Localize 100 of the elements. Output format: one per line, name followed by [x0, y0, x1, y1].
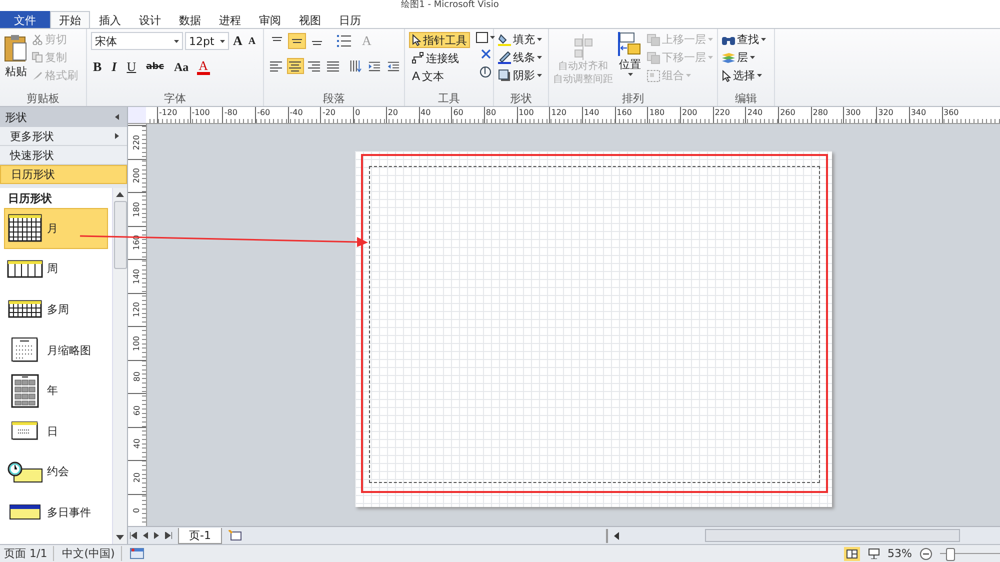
- presentation-icon[interactable]: [868, 548, 880, 559]
- thumbnail-calendar-icon: [11, 337, 39, 364]
- first-page-icon[interactable]: [130, 532, 137, 539]
- stencil-title: 日历形状: [7, 191, 53, 207]
- ribbon-tab[interactable]: 审阅: [250, 11, 290, 28]
- collapse-icon[interactable]: [115, 114, 119, 120]
- grow-font-button[interactable]: A: [231, 32, 244, 50]
- group-label: 形状: [509, 91, 533, 106]
- expand-arrow-icon: [115, 133, 119, 139]
- font-format-button[interactable]: I: [110, 58, 119, 76]
- ruler-label: 280: [810, 107, 844, 123]
- group-label: 编辑: [734, 91, 758, 106]
- align-icon: [326, 60, 340, 72]
- last-page-icon[interactable]: [165, 532, 172, 539]
- editing-button[interactable]: 查找: [722, 32, 770, 47]
- pointer-icon: [722, 70, 731, 82]
- group-label: 段落: [322, 91, 346, 106]
- shape-style-button[interactable]: 线条: [498, 50, 544, 65]
- zoom-slider-thumb[interactable]: [946, 548, 955, 560]
- font-family-dropdown[interactable]: 宋体: [91, 32, 183, 50]
- ruler-label: -80: [222, 107, 256, 123]
- caret-icon: [708, 56, 713, 59]
- ruler-label: -60: [255, 107, 288, 123]
- appointment-clock-icon: [7, 460, 43, 483]
- font-format-button[interactable]: Aa: [172, 58, 191, 76]
- horizontal-scrollbar[interactable]: [704, 529, 960, 542]
- layers-icon: [722, 52, 735, 64]
- ruler-label: 80: [484, 107, 517, 123]
- group-icon: [647, 70, 660, 82]
- multi-day-event-icon: [9, 504, 41, 520]
- shrink-font-button[interactable]: A: [246, 32, 258, 50]
- font-format-button[interactable]: abc: [144, 58, 166, 76]
- shapes-nav-item[interactable]: 快速形状: [0, 146, 127, 165]
- next-page-icon[interactable]: [154, 532, 159, 539]
- scroll-down-icon[interactable]: [116, 535, 124, 540]
- text-direction-icon: [349, 59, 362, 73]
- scroll-left-icon[interactable]: [614, 532, 619, 540]
- font-format-button[interactable]: A: [196, 59, 210, 75]
- close-icon[interactable]: [480, 49, 490, 59]
- multi-week-calendar-icon: [8, 300, 42, 318]
- layer-order-icon: [647, 52, 660, 64]
- font-size-dropdown[interactable]: 12pt: [185, 32, 229, 50]
- editing-button[interactable]: 选择: [722, 68, 770, 83]
- caret-icon: [174, 40, 179, 42]
- ruler-label: -40: [288, 107, 320, 123]
- paste-button[interactable]: 粘贴: [4, 32, 28, 91]
- tool-button[interactable]: 连接线: [409, 50, 470, 66]
- align-icon: [292, 39, 302, 43]
- ruler-label: 180: [647, 107, 680, 123]
- font-format-button[interactable]: B: [91, 58, 104, 76]
- shape-style-button[interactable]: 阴影: [498, 68, 544, 83]
- page-tab[interactable]: 页-1: [178, 528, 222, 544]
- group-label: 工具: [437, 91, 461, 106]
- caret-icon: [750, 56, 755, 59]
- ribbon-tab[interactable]: 数据: [170, 11, 210, 28]
- insert-page-icon[interactable]: [228, 530, 242, 541]
- scrollbar-thumb[interactable]: [114, 201, 126, 269]
- ribbon-tab[interactable]: 文件: [0, 11, 50, 28]
- font-format-button[interactable]: U: [124, 58, 138, 76]
- scrollbar[interactable]: [112, 188, 127, 544]
- week-calendar-icon: [7, 260, 43, 278]
- ruler-label: 20: [386, 107, 418, 123]
- full-page-view-icon[interactable]: [844, 546, 860, 560]
- align-icon: [272, 37, 282, 41]
- macro-icon[interactable]: [130, 548, 144, 559]
- stencil-shape[interactable]: 月: [4, 208, 108, 249]
- caret-icon: [537, 74, 542, 77]
- page-number-status: 页面 1/1: [4, 546, 54, 561]
- editing-button[interactable]: 层: [722, 50, 770, 65]
- ruler-label: 200: [132, 168, 142, 184]
- align-button[interactable]: [286, 58, 304, 74]
- tool-button[interactable]: A 文本: [409, 68, 470, 84]
- ruler-label: 360: [942, 107, 974, 123]
- shapes-nav-item[interactable]: 更多形状: [0, 127, 127, 146]
- ruler-label: 260: [778, 107, 811, 123]
- ribbon-tab[interactable]: 视图: [290, 11, 330, 28]
- ruler-label: -20: [320, 107, 354, 123]
- zoom-level: 53%: [888, 547, 912, 560]
- ribbon-tab[interactable]: 进程: [210, 11, 250, 28]
- zoom-out-icon[interactable]: [920, 548, 932, 560]
- position-button[interactable]: 位置: [617, 32, 643, 91]
- ribbon-tab[interactable]: 设计: [130, 11, 170, 28]
- ribbon-tab[interactable]: 插入: [90, 11, 130, 28]
- ruler-label: 0: [132, 508, 142, 514]
- ruler-label: 0: [353, 107, 386, 123]
- position-icon: [618, 32, 642, 56]
- scroll-up-icon[interactable]: [116, 192, 124, 197]
- tool-button[interactable]: 指针工具: [409, 32, 470, 48]
- align-button[interactable]: [288, 33, 306, 49]
- ribbon-tab[interactable]: 开始: [50, 11, 90, 28]
- indent-icon: [387, 60, 400, 72]
- ribbon-tab[interactable]: 日历: [330, 11, 370, 28]
- ruler-label: 340: [908, 107, 942, 123]
- rectangle-icon[interactable]: [476, 32, 488, 43]
- shape-style-button[interactable]: 填充: [498, 32, 544, 47]
- align-icon: [288, 60, 302, 72]
- month-calendar-icon: [8, 214, 42, 242]
- shapes-nav-item[interactable]: 日历形状: [0, 165, 127, 184]
- previous-page-icon[interactable]: [143, 532, 148, 539]
- ruler-label: 220: [132, 134, 142, 150]
